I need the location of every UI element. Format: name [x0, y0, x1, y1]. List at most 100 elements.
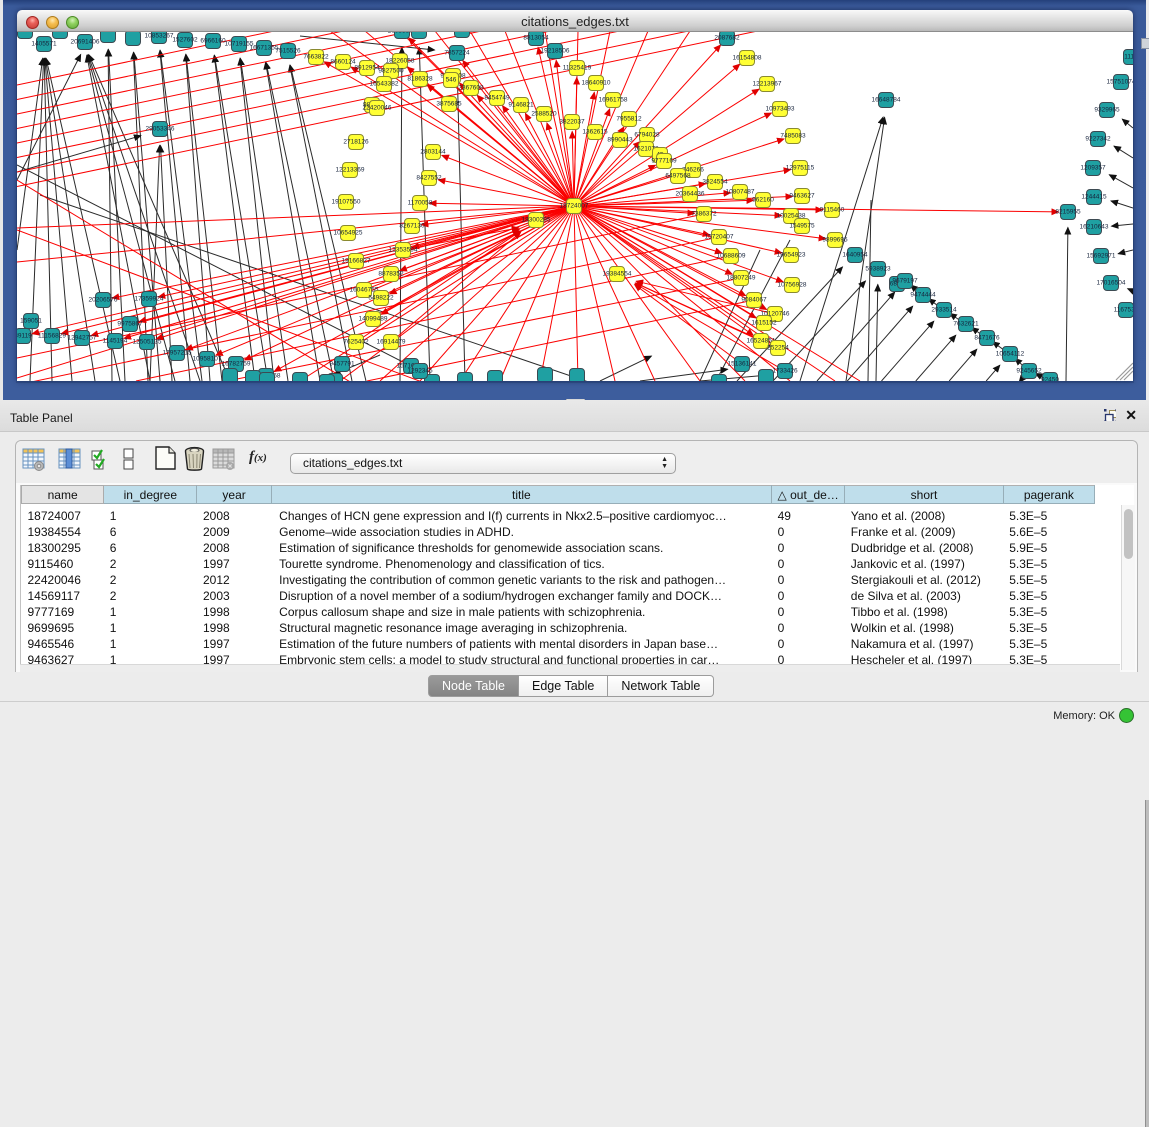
svg-text:12975115: 12975115 — [786, 165, 815, 172]
svg-text:2803144: 2803144 — [420, 149, 446, 156]
svg-text:12213369: 12213369 — [336, 167, 365, 174]
svg-text:9245652: 9245652 — [1016, 368, 1042, 375]
svg-text:9146821: 9146821 — [508, 102, 534, 109]
svg-text:7857224: 7857224 — [444, 50, 470, 57]
svg-text:16961758: 16961758 — [599, 97, 628, 104]
svg-text:8267130: 8267130 — [399, 223, 425, 230]
svg-text:9457791: 9457791 — [329, 361, 355, 368]
svg-text:16648784: 16648784 — [872, 97, 901, 104]
svg-text:2718126: 2718126 — [343, 139, 369, 146]
svg-text:16782759: 16782759 — [222, 361, 251, 368]
svg-text:546: 546 — [446, 77, 457, 84]
svg-text:9679197: 9679197 — [892, 278, 918, 285]
svg-text:12213967: 12213967 — [753, 81, 782, 88]
svg-text:2087682: 2087682 — [714, 35, 740, 42]
svg-text:1145194: 1145194 — [103, 338, 128, 345]
svg-text:3822037: 3822037 — [559, 119, 585, 126]
svg-text:16154808: 16154808 — [733, 55, 762, 62]
svg-text:7386372: 7386372 — [691, 211, 717, 218]
svg-text:2933514: 2933514 — [931, 307, 957, 314]
svg-text:19166827: 19166827 — [342, 258, 371, 265]
svg-text:8186328: 8186328 — [407, 76, 433, 83]
svg-text:17957215: 17957215 — [163, 350, 192, 357]
svg-text:10853267: 10853267 — [145, 33, 174, 40]
svg-text:7955812: 7955812 — [616, 116, 642, 123]
svg-text:20364436: 20364436 — [676, 191, 705, 198]
svg-text:1527602: 1527602 — [172, 37, 198, 44]
svg-text:9474444: 9474444 — [910, 292, 936, 299]
svg-text:252254: 252254 — [767, 345, 789, 352]
svg-text:92450: 92450 — [1041, 377, 1059, 382]
svg-text:5938923: 5938923 — [865, 266, 891, 273]
svg-text:9777169: 9777169 — [651, 158, 677, 165]
svg-text:19654923: 19654923 — [777, 252, 806, 259]
svg-text:962160: 962160 — [752, 197, 774, 204]
svg-text:7625402: 7625402 — [343, 339, 369, 346]
svg-text:1170058: 1170058 — [408, 200, 433, 207]
svg-text:1244415: 1244415 — [1081, 194, 1107, 201]
svg-text:9827500: 9827500 — [378, 68, 404, 75]
svg-text:9329965: 9329965 — [1094, 107, 1120, 114]
svg-text:10807487: 10807487 — [726, 189, 755, 196]
svg-text:12942757: 12942757 — [68, 335, 97, 342]
svg-text:1167533: 1167533 — [1114, 307, 1133, 314]
svg-text:15692971: 15692971 — [1087, 253, 1116, 260]
svg-text:5498222: 5498222 — [368, 295, 394, 302]
svg-text:10688609: 10688609 — [717, 253, 746, 260]
svg-text:8990443: 8990443 — [607, 137, 633, 144]
svg-text:9084067: 9084067 — [741, 297, 767, 304]
svg-text:20691406: 20691406 — [71, 39, 100, 46]
svg-text:14099489: 14099489 — [359, 316, 388, 323]
svg-text:6497568: 6497568 — [665, 173, 691, 180]
svg-text:8660124: 8660124 — [330, 59, 356, 66]
svg-text:15751074: 15751074 — [1107, 79, 1133, 86]
svg-text:11325419: 11325419 — [563, 65, 592, 72]
svg-text:17016504: 17016504 — [1097, 280, 1126, 287]
svg-text:3875685: 3875685 — [436, 101, 462, 108]
svg-text:1405571: 1405571 — [31, 41, 57, 48]
svg-text:6794028: 6794028 — [634, 132, 660, 139]
svg-text:7515526: 7515526 — [275, 48, 301, 55]
svg-text:16914479: 16914479 — [377, 339, 406, 346]
svg-text:18807249: 18807249 — [727, 275, 756, 282]
svg-text:29053346: 29053346 — [146, 126, 175, 133]
svg-text:16210643: 16210643 — [1080, 224, 1109, 231]
svg-text:1640954: 1640954 — [842, 252, 868, 259]
svg-text:1292345: 1292345 — [407, 368, 433, 375]
svg-text:16543382: 16543382 — [370, 81, 399, 88]
svg-text:1362615: 1362615 — [582, 129, 608, 136]
svg-text:18640910: 18640910 — [582, 80, 611, 87]
svg-text:11156829: 11156829 — [38, 333, 66, 340]
svg-text:7663822: 7663822 — [303, 54, 329, 61]
svg-text:19218506: 19218506 — [541, 48, 570, 55]
svg-text:9227342: 9227342 — [1085, 136, 1111, 143]
svg-text:10654112: 10654112 — [996, 351, 1025, 358]
svg-text:18300295: 18300295 — [522, 217, 551, 224]
svg-text:1209357: 1209357 — [1080, 165, 1106, 172]
svg-text:10756928: 10756928 — [778, 282, 807, 289]
svg-text:7632621: 7632621 — [953, 321, 979, 328]
svg-text:8471676: 8471676 — [974, 335, 1000, 342]
svg-text:159051: 159051 — [20, 318, 42, 325]
svg-text:8813054: 8813054 — [523, 35, 549, 42]
svg-text:8427552: 8427552 — [416, 175, 442, 182]
svg-text:2367608: 2367608 — [458, 85, 484, 92]
svg-text:18724007: 18724007 — [560, 203, 589, 210]
svg-text:12353594: 12353594 — [389, 247, 418, 254]
svg-text:8912954: 8912954 — [354, 65, 380, 72]
svg-text:1615152: 1615152 — [751, 320, 777, 327]
svg-text:2588520: 2588520 — [531, 111, 557, 118]
svg-text:19384554: 19384554 — [603, 271, 632, 278]
svg-text:10973493: 10973493 — [766, 106, 795, 113]
svg-text:9899695: 9899695 — [822, 237, 848, 244]
svg-text:8215955: 8215955 — [1055, 209, 1081, 216]
svg-text:22420046: 22420046 — [363, 105, 392, 112]
svg-text:3824554: 3824554 — [702, 179, 728, 186]
svg-text:39119: 39119 — [17, 333, 32, 340]
svg-text:9115460: 9115460 — [820, 207, 845, 214]
svg-text:15720407: 15720407 — [705, 234, 734, 241]
svg-text:9975867: 9975867 — [117, 321, 143, 328]
svg-text:17359924: 17359924 — [135, 296, 164, 303]
svg-text:15136141: 15136141 — [728, 361, 757, 368]
svg-text:12505135: 12505135 — [133, 339, 162, 346]
